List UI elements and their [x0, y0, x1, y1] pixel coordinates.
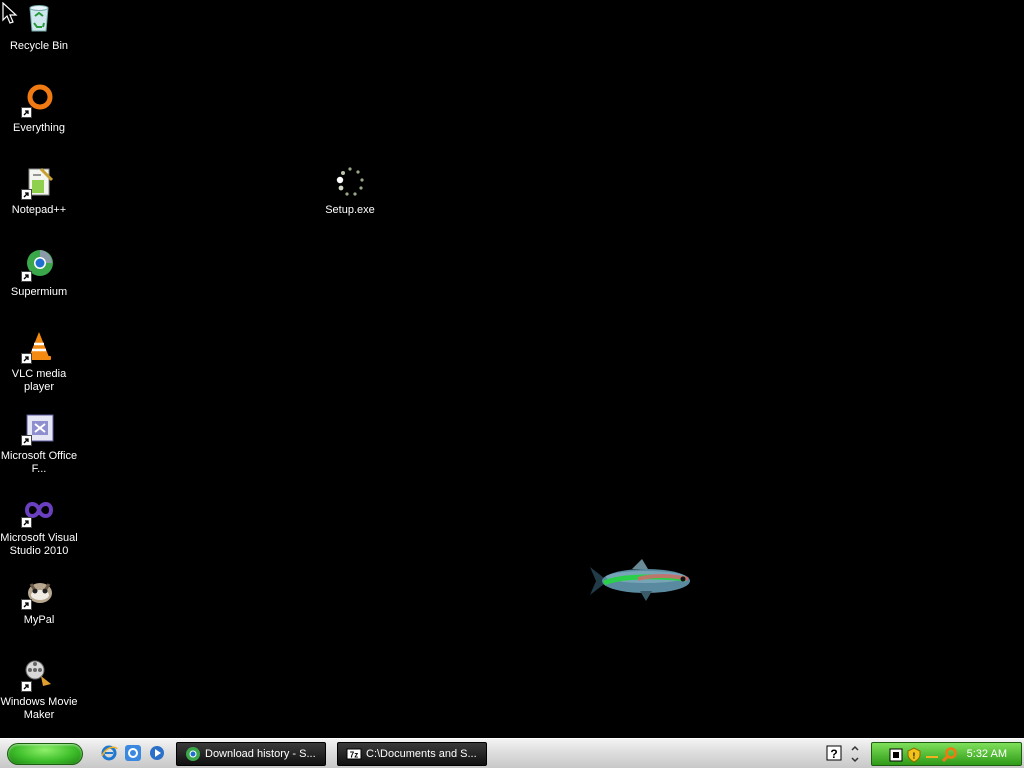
svg-text:?: ? [830, 747, 837, 761]
search-icon[interactable] [942, 747, 958, 763]
desktop-icon-supermium[interactable]: Supermium [0, 248, 79, 299]
desktop-icon-notepad-plus-plus[interactable]: Notepad++ [0, 166, 79, 217]
desktop-icon-microsoft-office[interactable]: Microsoft Office F... [0, 412, 79, 476]
shortcut-arrow-icon [21, 189, 32, 200]
desktop-icon-movie-maker[interactable]: Windows Movie Maker [0, 658, 79, 722]
tray-expand-icon[interactable] [849, 743, 861, 765]
internet-explorer-icon[interactable] [100, 744, 118, 762]
desktop-icon-label: MyPal [23, 614, 55, 626]
desktop-icon-label: Notepad++ [11, 204, 67, 216]
7zip-icon: 7z [346, 746, 362, 762]
taskbar: Download history - S... 7z C:\Documents … [0, 738, 1024, 768]
desktop-icon-label: Setup.exe [325, 204, 375, 216]
help-icon[interactable]: ? [826, 745, 842, 761]
fish-icon [588, 557, 698, 605]
desktop-icon-label: Windows Movie Maker [0, 696, 78, 721]
taskbar-button-download-history[interactable]: Download history - S... [176, 742, 326, 766]
task-label: C:\Documents and S... [366, 748, 477, 760]
system-tray: ! 5:32 AM [871, 742, 1022, 766]
recycle-bin-icon [23, 2, 55, 34]
desktop-icon-everything[interactable]: Everything [0, 84, 79, 135]
desktop-icon-mypal[interactable]: MyPal [0, 576, 79, 627]
volume-bar-icon[interactable] [924, 747, 940, 763]
svg-text:7z: 7z [350, 751, 358, 760]
desktop-icon-setup-exe[interactable]: Setup.exe [310, 166, 390, 217]
vlc-icon [21, 330, 55, 364]
shortcut-arrow-icon [21, 353, 32, 364]
supermium-icon [185, 746, 201, 762]
shortcut-arrow-icon [21, 517, 32, 528]
supermium-icon [21, 248, 55, 282]
shortcut-arrow-icon [21, 107, 32, 118]
desktop-icon-label: Microsoft Visual Studio 2010 [0, 532, 78, 557]
desktop-icon-label: Everything [13, 122, 65, 134]
network-icon[interactable] [888, 747, 904, 763]
shortcut-arrow-icon [21, 599, 32, 610]
shortcut-arrow-icon [21, 271, 32, 282]
desktop-icon-vlc[interactable]: VLC media player [0, 330, 79, 394]
visual-studio-icon [21, 494, 55, 528]
clock[interactable]: 5:32 AM [967, 743, 1007, 765]
taskbar-button-documents-and-settings[interactable]: 7z C:\Documents and S... [337, 742, 487, 766]
shortcut-arrow-icon [21, 435, 32, 446]
start-button[interactable] [7, 743, 83, 765]
desktop: Recycle Bin Everything Notepad++ Supermi… [0, 0, 1024, 738]
desktop-icon-label: VLC media player [11, 368, 67, 393]
quick-launch [100, 744, 166, 764]
mypal-icon [21, 576, 55, 610]
office-icon [21, 412, 55, 446]
mouse-cursor-icon [2, 1, 20, 26]
svg-text:!: ! [913, 752, 916, 761]
notepad-plus-plus-icon [21, 166, 55, 200]
movie-maker-icon [21, 658, 55, 692]
desktop-icon-label: Microsoft Office F... [0, 450, 78, 475]
internet-explorer-alt-icon[interactable] [124, 744, 142, 762]
desktop-icon-label: Recycle Bin [9, 40, 69, 52]
media-player-icon[interactable] [148, 744, 166, 762]
everything-icon [21, 84, 55, 118]
desktop-icon-label: Supermium [10, 286, 68, 298]
security-shield-icon[interactable]: ! [906, 747, 922, 763]
shortcut-arrow-icon [21, 681, 32, 692]
setup-loading-icon [334, 166, 366, 198]
task-label: Download history - S... [205, 748, 316, 760]
desktop-icon-visual-studio[interactable]: Microsoft Visual Studio 2010 [0, 494, 79, 558]
